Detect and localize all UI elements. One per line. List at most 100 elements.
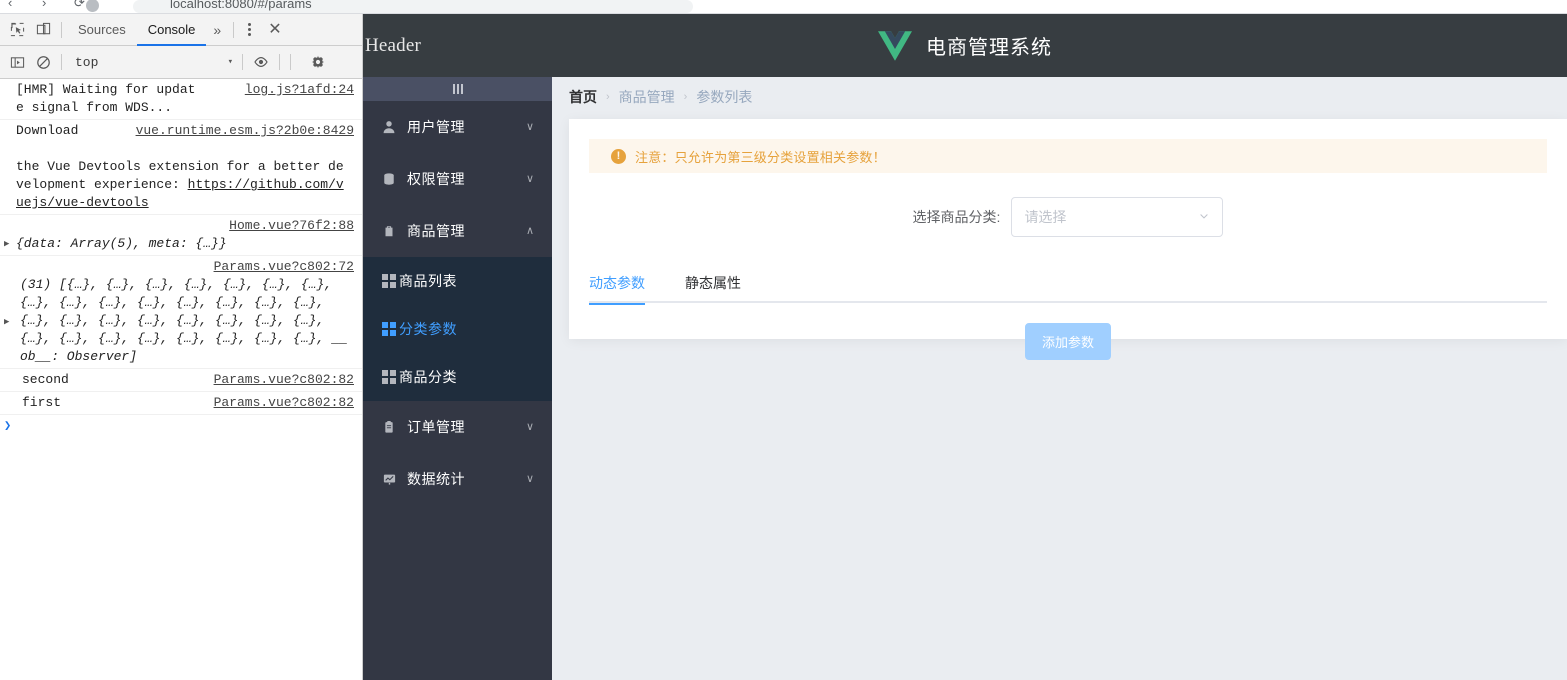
collapse-menu-icon[interactable]: [363, 77, 552, 101]
device-toolbar-icon[interactable]: [30, 17, 56, 43]
cascader-placeholder: 请选择: [1024, 209, 1067, 225]
add-param-button[interactable]: 添加参数: [1024, 323, 1111, 360]
sidebar-item-data-statistics[interactable]: 数据统计 ∨: [363, 453, 552, 505]
main-content: 首页 › 商品管理 › 参数列表 ! 注意：只允许为第三级分类设置相关参数！ 选…: [552, 77, 1567, 680]
sidebar-item-goods-list[interactable]: 商品列表: [363, 257, 552, 305]
browser-back-icon[interactable]: ‹: [8, 0, 12, 10]
log-source-link[interactable]: Params.vue?c802:82: [214, 394, 354, 412]
log-source-link[interactable]: log.js?1afd:24: [245, 81, 354, 99]
sidebar-item-category-params[interactable]: 分类参数: [363, 305, 552, 353]
clipboard-icon: [382, 420, 404, 434]
devtools-tabbar: Sources Console » ✕: [0, 14, 362, 46]
chevron-down-icon: ∨: [525, 420, 534, 433]
sidebar-label: 用户管理: [407, 119, 465, 135]
devtools-tab-console[interactable]: Console: [136, 14, 207, 46]
sidebar-label: 商品管理: [407, 223, 465, 239]
console-prompt-row[interactable]: ❯: [0, 415, 362, 437]
chevron-down-icon: ∨: [525, 120, 534, 133]
log-source-link[interactable]: vue.runtime.esm.js?2b0e:8429: [136, 122, 354, 140]
more-tabs-icon[interactable]: »: [206, 22, 228, 38]
warning-icon: !: [611, 148, 626, 164]
breadcrumb-item-goods[interactable]: 商品管理: [619, 87, 675, 107]
sidebar-item-goods-management[interactable]: 商品管理 ∧: [363, 205, 552, 257]
log-source-link[interactable]: Home.vue?76f2:88: [229, 217, 354, 235]
application-window: Header 电商管理系统 用户管理 ∨ 权限管理 ∨ 商品管理 ∧ 商品列表 …: [363, 14, 1567, 680]
settings-icon[interactable]: [305, 49, 331, 75]
grid-icon: [382, 322, 396, 336]
browser-forward-icon[interactable]: ›: [42, 0, 46, 10]
more-options-icon[interactable]: [239, 23, 260, 36]
console-log-row[interactable]: Params.vue?c802:82 second: [0, 369, 362, 392]
live-expression-icon[interactable]: [248, 49, 274, 75]
toolbar-divider: [61, 21, 62, 38]
expand-arrow-icon[interactable]: ▶: [4, 235, 9, 253]
app-header: Header 电商管理系统: [363, 14, 1567, 77]
category-select-row: 选择商品分类: 请选择: [589, 197, 1547, 237]
browser-url-text: localhost:8080/#/params: [170, 0, 312, 11]
console-sidebar-icon[interactable]: [4, 49, 30, 75]
browser-chrome-strip: ‹ › ⟳ localhost:8080/#/params: [0, 0, 1567, 14]
toolbar-divider-4: [242, 54, 243, 70]
sidebar-nav: 用户管理 ∨ 权限管理 ∨ 商品管理 ∧ 商品列表 分类参数 商品分类 订单管理…: [363, 77, 552, 680]
console-log-row[interactable]: Home.vue?76f2:88 ▶ {data: Array(5), meta…: [0, 215, 362, 256]
toolbar-divider-3: [61, 54, 62, 70]
console-log-row[interactable]: vue.runtime.esm.js?2b0e:8429 Download vu…: [0, 120, 362, 215]
box-icon: [382, 172, 404, 186]
console-prompt-icon: ❯: [4, 419, 12, 433]
chevron-down-icon: ▾: [227, 57, 233, 67]
app-body: 用户管理 ∨ 权限管理 ∨ 商品管理 ∧ 商品列表 分类参数 商品分类 订单管理…: [363, 77, 1567, 680]
warning-alert-text: 注意：只允许为第三级分类设置相关参数！: [635, 149, 886, 165]
toolbar-divider-5: [279, 54, 280, 70]
sidebar-label: 商品分类: [399, 369, 457, 385]
params-tabs: 动态参数 静态属性: [589, 263, 1547, 305]
console-log-row[interactable]: Params.vue?c802:82 first: [0, 392, 362, 415]
console-log-row[interactable]: Params.vue?c802:72 ▶ (31) [{…}, {…}, {…}…: [0, 256, 362, 369]
add-button-row: 添加参数: [589, 323, 1547, 360]
log-source-link[interactable]: Params.vue?c802:82: [214, 371, 354, 389]
breadcrumb-item-home[interactable]: 首页: [569, 87, 597, 107]
sidebar-label: 分类参数: [399, 321, 457, 337]
sidebar-label: 订单管理: [407, 419, 465, 435]
sidebar-label: 权限管理: [407, 171, 465, 187]
devtools-tab-sources[interactable]: Sources: [67, 14, 137, 45]
log-array-preview: (31) [{…}, {…}, {…}, {…}, {…}, {…}, {…},…: [20, 277, 348, 364]
browser-reload-icon[interactable]: ⟳: [74, 0, 85, 11]
expand-arrow-icon[interactable]: ▶: [4, 313, 9, 331]
category-cascader[interactable]: 请选择: [1011, 197, 1224, 237]
breadcrumb-separator-icon: ›: [606, 91, 610, 103]
tab-dynamic-params[interactable]: 动态参数: [589, 263, 645, 305]
devtools-panel: Sources Console » ✕ top ▾ log.js?1afd:24…: [0, 14, 363, 680]
breadcrumb: 首页 › 商品管理 › 参数列表: [552, 77, 1567, 117]
sidebar-item-order-management[interactable]: 订单管理 ∨: [363, 401, 552, 453]
params-card: ! 注意：只允许为第三级分类设置相关参数！ 选择商品分类: 请选择 动态参数 静…: [569, 119, 1567, 360]
category-select-label: 选择商品分类:: [912, 209, 1001, 225]
toolbar-divider-2: [233, 21, 235, 38]
log-text-download: Download: [16, 123, 87, 138]
tab-static-attributes[interactable]: 静态属性: [685, 263, 761, 303]
sidebar-label: 商品列表: [399, 273, 457, 289]
chevron-up-icon: ∧: [525, 224, 534, 237]
grid-icon: [382, 370, 396, 384]
grid-icon: [382, 274, 396, 288]
console-log-list[interactable]: log.js?1afd:24 [HMR] Waiting for update …: [0, 79, 362, 680]
console-log-row[interactable]: log.js?1afd:24 [HMR] Waiting for update …: [0, 79, 362, 120]
chevron-down-icon: [1198, 210, 1210, 225]
vue-logo-icon: [878, 30, 912, 61]
sidebar-item-rights-management[interactable]: 权限管理 ∨: [363, 153, 552, 205]
clear-console-icon[interactable]: [30, 49, 56, 75]
execution-context-select[interactable]: top ▾: [67, 51, 237, 73]
chevron-down-icon: ∨: [525, 472, 534, 485]
sidebar-item-goods-category[interactable]: 商品分类: [363, 353, 552, 401]
log-source-link[interactable]: Params.vue?c802:72: [214, 258, 354, 276]
inspect-element-icon[interactable]: [4, 17, 30, 43]
chevron-down-icon: ∨: [525, 172, 534, 185]
warning-alert: ! 注意：只允许为第三级分类设置相关参数！: [589, 139, 1547, 173]
chart-icon: [382, 472, 404, 486]
close-devtools-icon[interactable]: ✕: [260, 21, 289, 38]
screen-root: ‹ › ⟳ localhost:8080/#/params Sources Co…: [0, 0, 1567, 680]
console-toolbar: top ▾: [0, 46, 362, 79]
user-icon: [382, 120, 404, 134]
sidebar-item-user-management[interactable]: 用户管理 ∨: [363, 101, 552, 153]
log-message-cont: the Vue Devtools extension for a better …: [16, 158, 356, 212]
breadcrumb-item-params: 参数列表: [696, 89, 753, 105]
